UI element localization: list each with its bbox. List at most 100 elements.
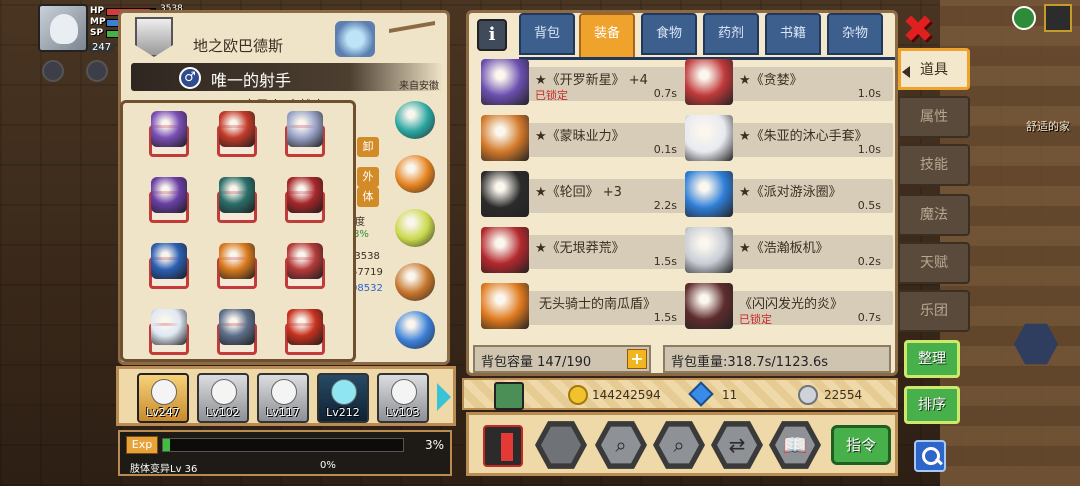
magnify-button[interactable]: ⌕ — [595, 421, 647, 469]
party-member-4[interactable]: Lv212 — [317, 373, 369, 423]
tab-band[interactable]: 乐团 — [898, 290, 970, 332]
equip-slot-necklace[interactable] — [279, 109, 331, 161]
tab-skills[interactable]: 技能 — [898, 144, 970, 186]
inventory-item[interactable]: ★《轮回》 +3 2.2s — [479, 169, 691, 219]
cloak-icon — [219, 177, 255, 213]
swap-button[interactable]: ⇄ — [711, 421, 763, 469]
active-tab-arrow-icon — [902, 66, 910, 78]
buff-icon[interactable] — [42, 60, 64, 82]
storage-icon[interactable] — [494, 382, 524, 410]
weight-text: 背包重量:318.7s/1123.6s — [671, 355, 829, 370]
command-button[interactable]: 指令 — [831, 425, 891, 465]
character-header: 地之欧巴德斯 — [121, 13, 447, 63]
party-next-arrow-icon[interactable] — [437, 383, 451, 411]
party-bar: Lv247 Lv102 Lv117 Lv212 Lv103 — [116, 366, 456, 426]
magnifier-icon: ⌕ — [673, 433, 685, 457]
party-member-3[interactable]: Lv117 — [257, 373, 309, 423]
swap-arrows-icon: ⇄ — [728, 433, 746, 457]
bow-icon — [287, 243, 323, 279]
party-portrait — [391, 379, 417, 405]
item-name: ★《无垠莽荒》 — [535, 241, 625, 256]
pet-icon[interactable] — [335, 21, 375, 57]
equip-slot-wings[interactable] — [143, 175, 195, 227]
equip-slot-mask[interactable] — [211, 109, 263, 161]
tab-misc[interactable]: 杂物 — [827, 13, 883, 55]
scythe-icon — [481, 115, 529, 161]
tab-talent[interactable]: 天赋 — [898, 242, 970, 284]
tab-equipment[interactable]: 装备 — [579, 13, 635, 59]
bracelet-slot[interactable] — [391, 307, 439, 353]
equip-slot-vest[interactable] — [143, 241, 195, 293]
tab-backpack[interactable]: 背包 — [519, 13, 575, 55]
equip-slot-helmet[interactable] — [143, 109, 195, 161]
tab-attributes[interactable]: 属性 — [898, 96, 970, 138]
item-name: ★《派对游泳圈》 — [739, 185, 842, 200]
organize-button[interactable]: 整理 — [904, 340, 960, 378]
equip-slot-cloak[interactable] — [211, 175, 263, 227]
equip-slot-armor[interactable] — [279, 175, 331, 227]
boot-icon — [395, 263, 435, 301]
sort-button[interactable]: 排序 — [904, 386, 960, 424]
tab-potion[interactable]: 药剂 — [703, 13, 759, 55]
boots-slot[interactable] — [391, 259, 439, 305]
glove-icon — [685, 115, 733, 161]
party-level: Lv103 — [386, 406, 420, 419]
book-button[interactable]: 📖 — [769, 421, 821, 469]
ring-slot[interactable] — [391, 205, 439, 251]
inspect-button[interactable]: ⌕ — [653, 421, 705, 469]
amulet-slot[interactable] — [391, 97, 439, 143]
mutation-percent: 0% — [320, 460, 336, 471]
inventory-item[interactable]: ★《开罗新星》 +4 已锁定 0.7s — [479, 57, 691, 107]
tab-food[interactable]: 食物 — [641, 13, 697, 55]
empty-hex-button[interactable] — [535, 421, 587, 469]
character-title-bar: ♂ 唯一的射手 来自安徽 — [131, 63, 443, 92]
unequip-button[interactable]: 卸 — [357, 137, 379, 157]
equip-slot-bow[interactable] — [279, 241, 331, 293]
inventory-item[interactable]: ★《浩瀚板机》 0.2s — [683, 225, 895, 275]
item-locked: 已锁定 — [535, 89, 568, 102]
search-icon[interactable] — [914, 440, 946, 472]
appearance-button-top[interactable]: 外 — [357, 167, 379, 187]
equip-slot-beast[interactable] — [211, 307, 263, 359]
dragon-mask-icon — [219, 111, 255, 147]
equip-slot-spear[interactable] — [211, 241, 263, 293]
party-member-5[interactable]: Lv103 — [377, 373, 429, 423]
inventory-item[interactable]: ★《朱亚的沐心手套》 1.0s — [683, 113, 895, 163]
filter-button[interactable] — [483, 425, 523, 467]
appearance-button-bottom[interactable]: 体 — [357, 187, 379, 207]
spear-icon — [219, 243, 255, 279]
party-member-1[interactable]: Lv247 — [137, 373, 189, 423]
necklace-icon — [287, 111, 323, 147]
exp-percent: 3% — [424, 438, 444, 452]
close-icon[interactable]: ✖ — [900, 10, 936, 48]
inventory-item[interactable]: ★《派对游泳圈》 0.5s — [683, 169, 895, 219]
item-locked: 已锁定 — [739, 313, 772, 326]
inventory-item[interactable]: 无头骑士的南瓜盾》 1.5s — [479, 281, 691, 331]
backpack-capacity: 背包容量 147/190 + — [473, 345, 651, 373]
equip-slot-blade[interactable] — [143, 307, 195, 359]
inventory-item[interactable]: ★《无垠莽荒》 1.5s — [479, 225, 691, 275]
silver-coin-icon — [798, 385, 818, 405]
globe-icon[interactable] — [1012, 6, 1036, 30]
expand-capacity-button[interactable]: + — [627, 349, 647, 369]
tab-books[interactable]: 书籍 — [765, 13, 821, 55]
player-avatar[interactable] — [38, 4, 88, 52]
party-portrait — [211, 379, 237, 405]
wreath-ring-icon — [395, 209, 435, 247]
info-icon[interactable]: i — [477, 19, 507, 51]
tab-magic[interactable]: 魔法 — [898, 194, 970, 236]
pumpkin-slot[interactable] — [391, 151, 439, 197]
pumpkin-shield-icon — [481, 283, 529, 329]
accessory-slots — [387, 97, 447, 367]
wardrobe-hanger-icon[interactable] — [389, 20, 435, 60]
inventory-item[interactable]: 《闪闪发光的炎》 已锁定 0.7s — [683, 281, 895, 331]
inventory-item[interactable]: ★《蒙昧业力》 0.1s — [479, 113, 691, 163]
shield-gem-icon — [395, 101, 435, 139]
party-portrait — [271, 379, 297, 405]
stat-degree-label: 度 — [355, 217, 365, 228]
exit-icon[interactable] — [1044, 4, 1072, 32]
inventory-item[interactable]: ★《贪婪》 1.0s — [683, 57, 895, 107]
equip-slot-sword[interactable] — [279, 307, 331, 359]
party-member-2[interactable]: Lv102 — [197, 373, 249, 423]
status-icon[interactable] — [86, 60, 108, 82]
